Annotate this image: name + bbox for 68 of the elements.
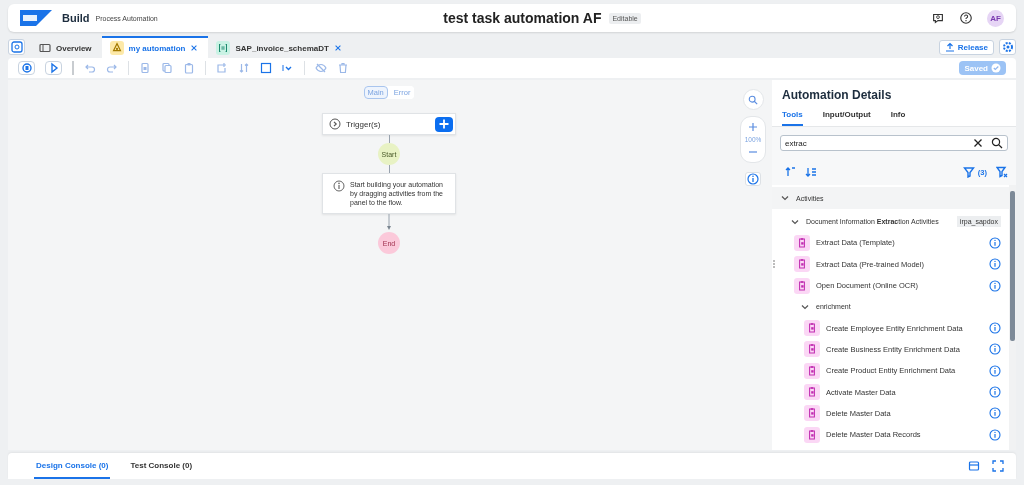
- scrollbar-thumb[interactable]: [1010, 191, 1015, 341]
- release-button[interactable]: Release: [938, 39, 994, 55]
- info-icon: [989, 279, 1001, 292]
- info-icon: [989, 236, 1001, 249]
- close-icon: [190, 44, 199, 52]
- info-button[interactable]: [745, 172, 761, 186]
- activity-icon: [804, 384, 820, 400]
- settings-button[interactable]: [999, 39, 1016, 55]
- activity-icon: [804, 405, 820, 422]
- activity-icon: [794, 234, 810, 251]
- console-tab[interactable]: Test Console (0): [128, 453, 195, 479]
- caret-icon[interactable]: [282, 62, 294, 74]
- debug-button[interactable]: [18, 61, 35, 75]
- clear-filter-icon[interactable]: [996, 166, 1008, 178]
- help-icon[interactable]: [959, 11, 973, 25]
- panel-tab[interactable]: Tools: [782, 104, 803, 126]
- data-type-icon: [216, 41, 231, 55]
- sort-descending-icon[interactable]: [805, 166, 817, 178]
- trigger-label: Trigger(s): [346, 119, 382, 129]
- trigger-card[interactable]: Trigger(s): [322, 113, 456, 135]
- overview-icon: [39, 42, 51, 54]
- tab[interactable]: my automation: [101, 36, 209, 58]
- check-icon: [991, 63, 1001, 73]
- upload-icon: [944, 42, 955, 52]
- activity-icon: [804, 320, 820, 337]
- tab[interactable]: SAP_invoice_schemaDT: [208, 36, 352, 58]
- info-icon: [989, 407, 1001, 420]
- activity-icon: [804, 341, 820, 358]
- search-field[interactable]: extrac: [780, 135, 1008, 151]
- info-icon: [989, 428, 1001, 441]
- sort-ascending-icon[interactable]: [784, 166, 796, 178]
- info-icon: [989, 343, 1001, 356]
- activity-icon: [804, 362, 820, 379]
- panel-tab[interactable]: Info: [890, 104, 906, 126]
- panel-title: Automation Details: [772, 80, 1016, 104]
- plus-icon: [748, 122, 758, 132]
- activity-icon: [804, 426, 820, 443]
- automation-icon: [109, 41, 124, 55]
- run-button[interactable]: [45, 61, 62, 75]
- sidebar-toggle-button[interactable]: [8, 39, 25, 55]
- search-button[interactable]: [742, 89, 764, 110]
- connector-arrow: [386, 214, 392, 232]
- tab[interactable]: Overview: [31, 36, 102, 58]
- project-title: test task automation AF: [443, 10, 602, 26]
- expand-icon[interactable]: [329, 118, 341, 130]
- user-avatar[interactable]: AF: [987, 9, 1004, 27]
- scrollbar[interactable]: [1009, 185, 1016, 450]
- info-icon: [333, 180, 345, 192]
- clear-icon[interactable]: [973, 138, 983, 148]
- search-icon[interactable]: [991, 137, 1003, 149]
- info-icon: [989, 364, 1001, 377]
- info-icon: [989, 386, 1001, 398]
- info-icon: [989, 258, 1001, 271]
- panel-tab[interactable]: Input/Output: [822, 104, 871, 126]
- resize-handle[interactable]: [773, 260, 775, 268]
- close-icon: [333, 44, 342, 52]
- feedback-icon[interactable]: [931, 11, 945, 25]
- console-tab[interactable]: Design Console (0): [34, 453, 111, 479]
- activity-icon: [794, 277, 810, 294]
- info-icon: [989, 322, 1001, 335]
- logo-icon[interactable]: [20, 10, 52, 26]
- activity-icon: [794, 256, 810, 273]
- app-name: Build: [62, 12, 90, 24]
- panel-icon[interactable]: [968, 460, 980, 472]
- fullscreen-icon[interactable]: [992, 460, 1004, 472]
- select-icon[interactable]: [260, 62, 272, 74]
- search-icon: [748, 94, 758, 105]
- add-trigger-button[interactable]: [435, 116, 453, 132]
